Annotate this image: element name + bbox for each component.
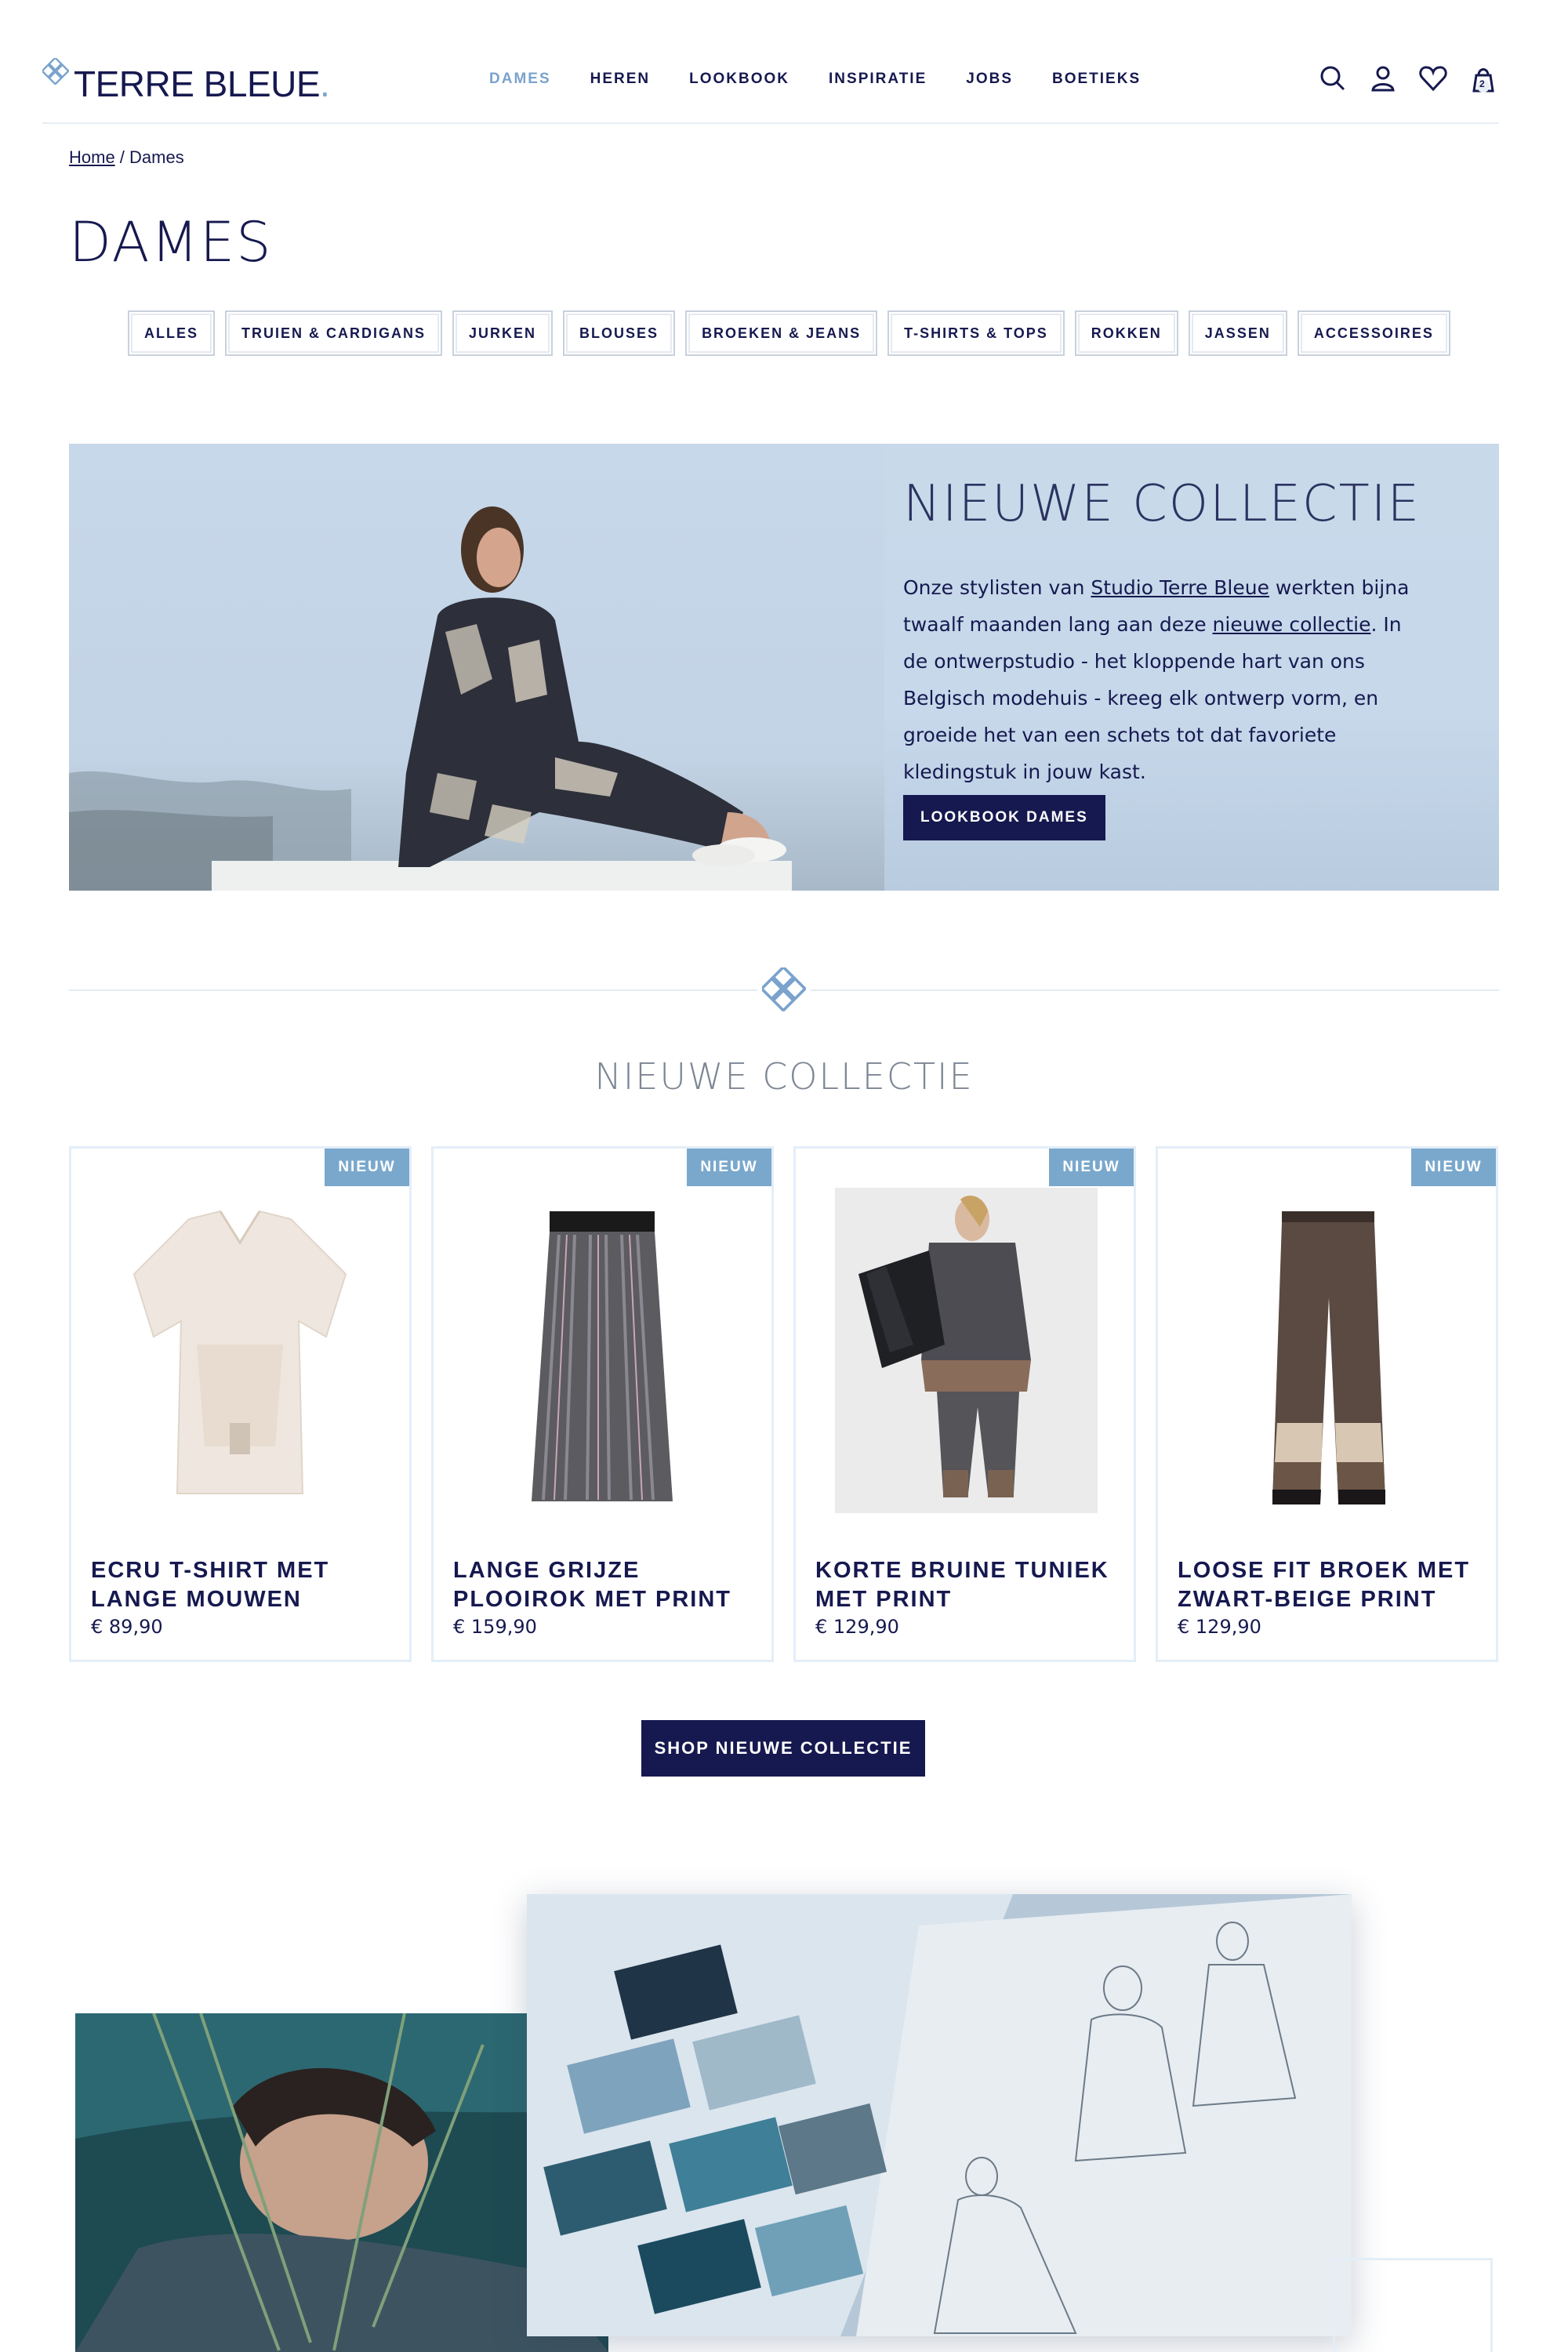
bag-icon[interactable]: 2 [1468, 63, 1499, 94]
page-title: DAMES [69, 210, 273, 274]
product-price: € 129,90 [815, 1616, 899, 1638]
lookbook-dames-button[interactable]: LOOKBOOK DAMES [903, 795, 1105, 840]
category-filters: ALLES TRUIEN & CARDIGANS JURKEN BLOUSES … [128, 310, 1461, 356]
search-icon[interactable] [1317, 63, 1348, 94]
section-title: NIEUWE COLLECTIE [594, 1055, 974, 1098]
nav-inspiratie[interactable]: INSPIRATIE [829, 71, 927, 88]
product-grid: NIEUW ECRU T-SHIRT MET LANGE MOUWEN € 89… [69, 1146, 1498, 1662]
product-image [532, 1211, 673, 1501]
nav-lookbook[interactable]: LOOKBOOK [689, 71, 789, 88]
hero-banner: NIEUWE COLLECTIE Onze stylisten van Stud… [69, 444, 1499, 891]
filter-truien-cardigans[interactable]: TRUIEN & CARDIGANS [225, 310, 443, 356]
nav-heren[interactable]: HEREN [590, 71, 651, 88]
filter-rokken[interactable]: ROKKEN [1074, 310, 1178, 356]
fabric-swatches-photo [527, 1894, 1352, 2336]
product-price: € 159,90 [453, 1616, 537, 1638]
product-image [132, 1210, 347, 1494]
shop-new-collection-button[interactable]: SHOP NIEUWE COLLECTIE [641, 1720, 925, 1777]
content-box-outline [1333, 2258, 1493, 2352]
product-image [835, 1188, 1098, 1513]
hero-title: NIEUWE COLLECTIE [903, 475, 1421, 533]
main-nav: DAMES HEREN LOOKBOOK INSPIRATIE JOBS BOE… [489, 71, 1180, 88]
user-icon[interactable] [1367, 63, 1399, 94]
logo-text: TERRE BLEUE. [74, 64, 330, 104]
site-header: TERRE BLEUE. DAMES HEREN LOOKBOOK INSPIR… [42, 47, 1499, 124]
new-badge: NIEUW [325, 1149, 409, 1186]
collection-link[interactable]: nieuwe collectie [1213, 613, 1371, 636]
breadcrumb-home[interactable]: Home [69, 147, 115, 167]
hero-photo [69, 444, 884, 891]
product-name[interactable]: KORTE BRUINE TUNIEK MET PRINT [815, 1556, 1121, 1614]
filter-broeken-jeans[interactable]: BROEKEN & JEANS [685, 310, 878, 356]
product-card[interactable]: NIEUW LOOSE FIT BROEK MET ZWART-BEIGE PR… [1156, 1146, 1498, 1662]
product-price: € 129,90 [1178, 1616, 1261, 1638]
product-card[interactable]: NIEUW KORTE BRUINE TUNIEK MET PRINT € 12… [793, 1146, 1136, 1662]
nav-jobs[interactable]: JOBS [966, 71, 1013, 88]
hero-text: Onze stylisten van Studio Terre Bleue we… [903, 576, 1410, 783]
product-name[interactable]: ECRU T-SHIRT MET LANGE MOUWEN [91, 1556, 397, 1614]
logo-mark-icon [42, 58, 69, 85]
header-icons: 2 [1298, 63, 1499, 94]
product-name[interactable]: LANGE GRIJZE PLOOIROK MET PRINT [453, 1556, 759, 1614]
filter-alles[interactable]: ALLES [128, 310, 216, 356]
product-name[interactable]: LOOSE FIT BROEK MET ZWART-BEIGE PRINT [1178, 1556, 1483, 1614]
breadcrumb: Home / Dames [69, 147, 184, 167]
cart-count: 2 [1479, 78, 1485, 89]
nav-dames[interactable]: DAMES [489, 71, 551, 88]
logo[interactable]: TERRE BLEUE. [42, 58, 330, 104]
nav-boetieks[interactable]: BOETIEKS [1052, 71, 1141, 88]
studio-link[interactable]: Studio Terre Bleue [1091, 576, 1269, 599]
new-badge: NIEUW [687, 1149, 771, 1186]
new-badge: NIEUW [1049, 1149, 1134, 1186]
filter-tshirts-tops[interactable]: T-SHIRTS & TOPS [887, 310, 1065, 356]
product-card[interactable]: NIEUW LANGE GRIJZE PLOOIROK MET PRINT € … [431, 1146, 774, 1662]
filter-accessoires[interactable]: ACCESSOIRES [1297, 310, 1450, 356]
heart-icon[interactable] [1417, 63, 1449, 94]
product-card[interactable]: NIEUW ECRU T-SHIRT MET LANGE MOUWEN € 89… [69, 1146, 412, 1662]
filter-blouses[interactable]: BLOUSES [563, 310, 676, 356]
product-image [1272, 1211, 1385, 1504]
breadcrumb-current: Dames [129, 147, 184, 167]
new-badge: NIEUW [1411, 1149, 1496, 1186]
filter-jurken[interactable]: JURKEN [452, 310, 554, 356]
product-price: € 89,90 [91, 1616, 163, 1638]
logo-mark-icon [757, 964, 811, 1014]
filter-jassen[interactable]: JASSEN [1188, 310, 1287, 356]
